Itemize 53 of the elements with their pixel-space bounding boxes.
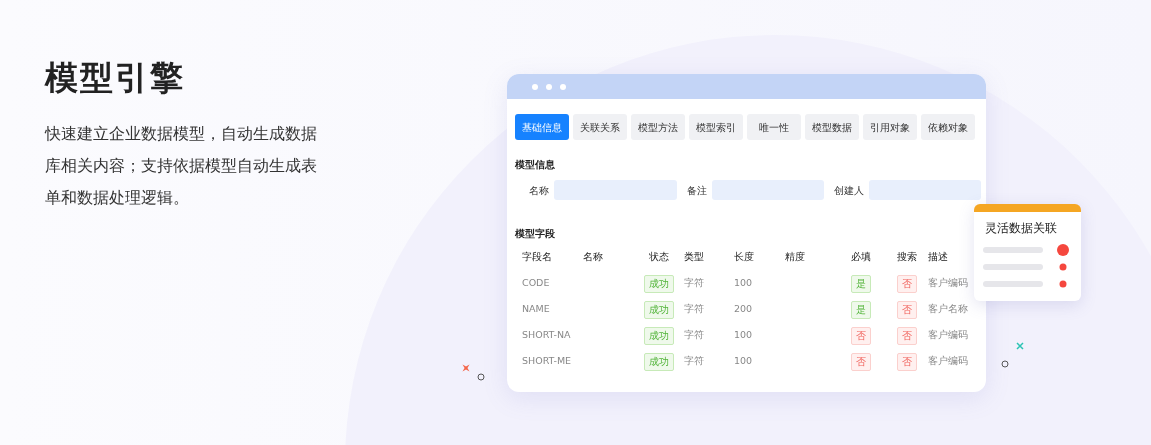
table-cell: NAME: [522, 302, 550, 317]
tab[interactable]: 模型数据: [805, 114, 859, 140]
column-header: 搜索: [897, 250, 917, 265]
table-cell: 100: [734, 328, 753, 343]
status-tag: 成功: [643, 274, 674, 293]
table-cell: 客户编码: [928, 354, 968, 369]
column-header: 名称: [583, 250, 603, 265]
page-title: 模型引擎: [45, 57, 186, 99]
column-header: 长度: [734, 250, 754, 265]
field-label: 创建人: [834, 183, 864, 198]
table-cell: 200: [734, 302, 753, 317]
tab[interactable]: 依赖对象: [921, 114, 975, 140]
status-tag: 否: [897, 274, 917, 293]
field-label: 备注: [687, 183, 707, 198]
status-tag: 成功: [643, 300, 674, 319]
table-cell: 字符: [684, 328, 704, 343]
table-cell: SHORT-NA: [522, 328, 571, 343]
table-cell: 客户名称: [928, 302, 968, 317]
field-label: 名称: [529, 183, 549, 198]
table-cell: 字符: [684, 276, 704, 291]
table-cell: 客户编码: [928, 276, 968, 291]
table-cell: 100: [734, 276, 753, 291]
tab[interactable]: 模型方法: [631, 114, 685, 140]
column-header: 精度: [785, 250, 805, 265]
column-header: 状态: [648, 250, 669, 265]
status-tag: 成功: [643, 326, 674, 345]
status-tag: 否: [897, 326, 917, 345]
table-cell: SHORT-ME: [522, 354, 572, 369]
table-cell: 100: [734, 354, 753, 369]
status-tag: 否: [851, 352, 871, 371]
column-header: 类型: [684, 250, 704, 265]
table-cell: 客户编码: [928, 328, 968, 343]
tab[interactable]: 引用对象: [863, 114, 917, 140]
tab[interactable]: 模型索引: [689, 114, 743, 140]
tab[interactable]: 基础信息: [515, 114, 569, 140]
table-cell: 字符: [684, 354, 704, 369]
status-tag: 否: [851, 326, 871, 345]
status-tag: 是: [851, 274, 871, 293]
column-header: 必填: [851, 250, 871, 265]
status-tag: 否: [897, 352, 917, 371]
table-cell: CODE: [522, 276, 550, 291]
status-tag: 是: [851, 300, 871, 319]
section-title: 模型信息: [514, 158, 556, 172]
section-title: 模型字段: [514, 227, 556, 242]
status-tag: 否: [897, 300, 917, 319]
column-header: 字段名: [522, 250, 552, 265]
description-text: 快速建立企业数据模型，自动生成数据库相关内容；支持依据模型自动生成表单和数据处理逻辑。: [45, 124, 318, 209]
table-cell: 字符: [684, 302, 704, 317]
column-header: 描述: [928, 250, 948, 265]
status-tag: 成功: [643, 352, 674, 371]
card-title: 灵活数据关联: [984, 220, 1058, 237]
tab[interactable]: 关联关系: [573, 114, 627, 140]
tab[interactable]: 唯一性: [747, 114, 801, 140]
